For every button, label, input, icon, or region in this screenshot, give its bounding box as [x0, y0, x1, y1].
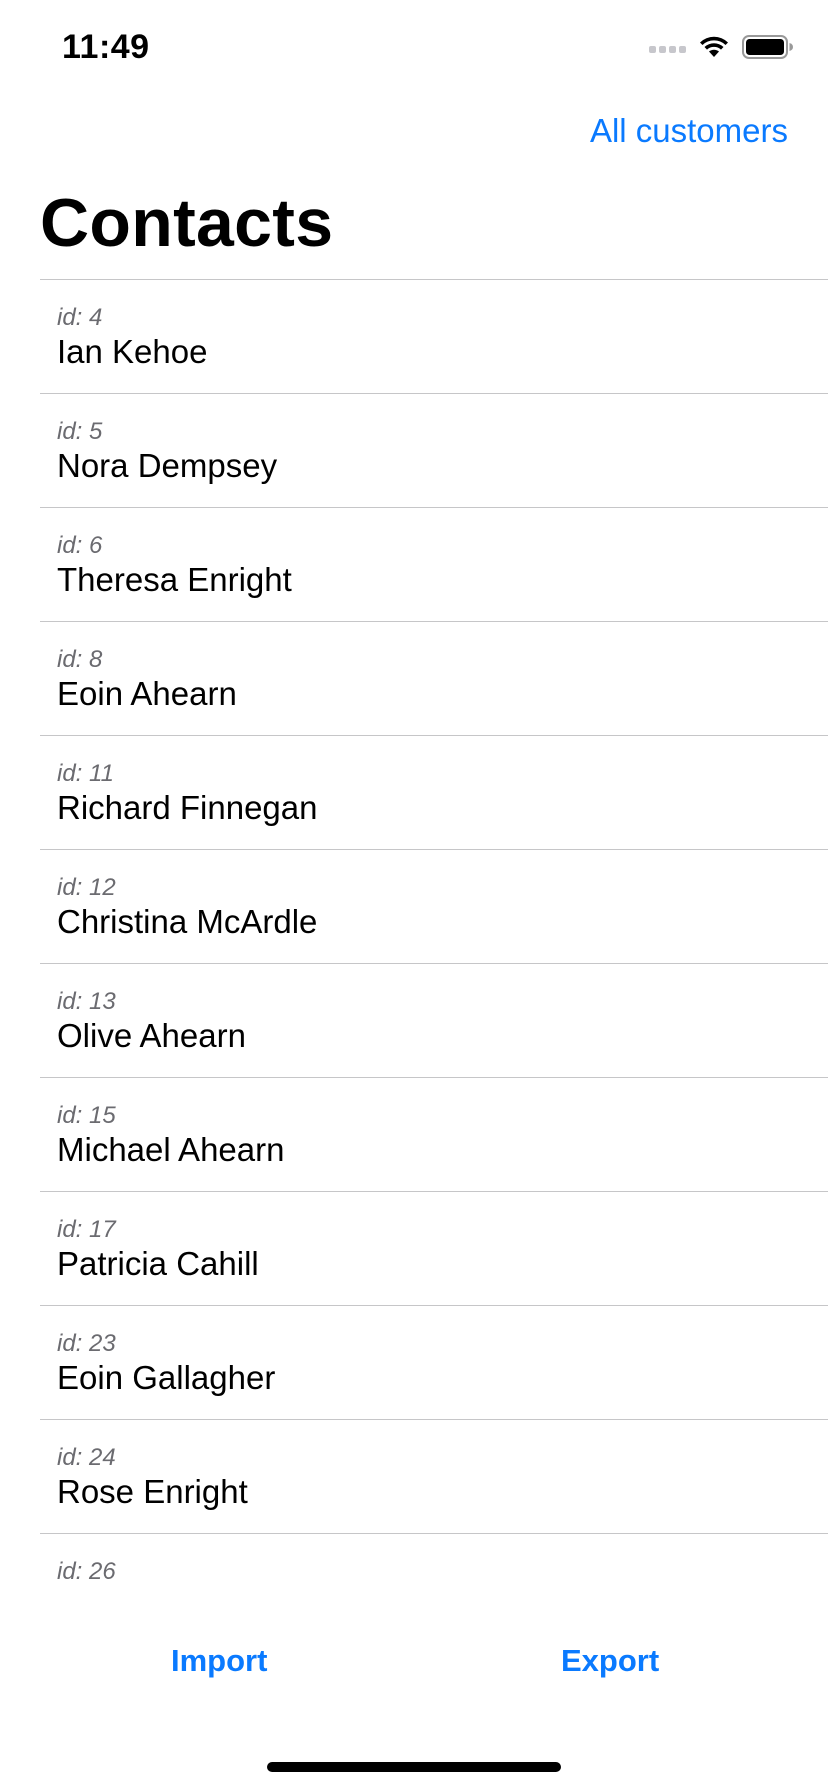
contact-name: Rose Enright: [57, 1473, 248, 1510]
contact-name: Nora Dempsey: [57, 447, 278, 484]
contact-name: Richard Finnegan: [57, 789, 318, 826]
export-button[interactable]: Export: [561, 1643, 659, 1679]
bottom-toolbar: Import Export: [0, 1585, 828, 1745]
list-item[interactable]: id: 4 Ian Kehoe: [40, 280, 828, 394]
list-item[interactable]: id: 11 Richard Finnegan: [40, 736, 828, 850]
wifi-icon: [698, 35, 730, 64]
contact-name: Theresa Enright: [57, 561, 292, 598]
battery-icon: [742, 34, 794, 65]
list-item[interactable]: id: 13 Olive Ahearn: [40, 964, 828, 1078]
contact-name: Patricia Cahill: [57, 1245, 259, 1282]
contact-name: Ian Kehoe: [57, 333, 208, 370]
list-item[interactable]: id: 12 Christina McArdle: [40, 850, 828, 964]
list-item[interactable]: id: 24 Rose Enright: [40, 1420, 828, 1534]
contact-id: id: 26: [57, 1558, 116, 1585]
list-item[interactable]: id: 6 Theresa Enright: [40, 508, 828, 622]
signal-dots-icon: [649, 46, 686, 53]
home-indicator[interactable]: [267, 1762, 561, 1772]
contact-name: Michael Ahearn: [57, 1131, 285, 1168]
list-item[interactable]: id: 15 Michael Ahearn: [40, 1078, 828, 1192]
contact-id: id: 6: [57, 532, 103, 559]
contact-id: id: 17: [57, 1216, 116, 1243]
contact-list[interactable]: id: 4 Ian Kehoe id: 5 Nora Dempsey id: 6…: [40, 279, 828, 1586]
contacts-screen: 11:49 All customers Contacts id: 4 Ian K…: [0, 0, 828, 1792]
contact-id: id: 4: [57, 304, 103, 331]
contact-id: id: 5: [57, 418, 103, 445]
contact-name: Christina McArdle: [57, 903, 318, 940]
contact-id: id: 15: [57, 1102, 116, 1129]
contact-name: Olive Ahearn: [57, 1017, 246, 1054]
contact-id: id: 12: [57, 874, 116, 901]
contact-id: id: 13: [57, 988, 116, 1015]
list-item[interactable]: id: 23 Eoin Gallagher: [40, 1306, 828, 1420]
contact-id: id: 24: [57, 1444, 116, 1471]
contact-id: id: 8: [57, 646, 103, 673]
list-item[interactable]: id: 17 Patricia Cahill: [40, 1192, 828, 1306]
status-time: 11:49: [62, 28, 150, 66]
list-item[interactable]: id: 26: [40, 1534, 828, 1586]
list-item[interactable]: id: 8 Eoin Ahearn: [40, 622, 828, 736]
status-bar: 11:49: [0, 0, 828, 100]
page-title: Contacts: [40, 185, 334, 261]
list-item[interactable]: id: 5 Nora Dempsey: [40, 394, 828, 508]
contact-name: Eoin Gallagher: [57, 1359, 276, 1396]
contact-name: Eoin Ahearn: [57, 675, 237, 712]
status-icons: [649, 34, 794, 65]
contact-id: id: 11: [57, 760, 114, 787]
import-button[interactable]: Import: [171, 1643, 267, 1679]
all-customers-button[interactable]: All customers: [590, 112, 788, 150]
contact-id: id: 23: [57, 1330, 116, 1357]
